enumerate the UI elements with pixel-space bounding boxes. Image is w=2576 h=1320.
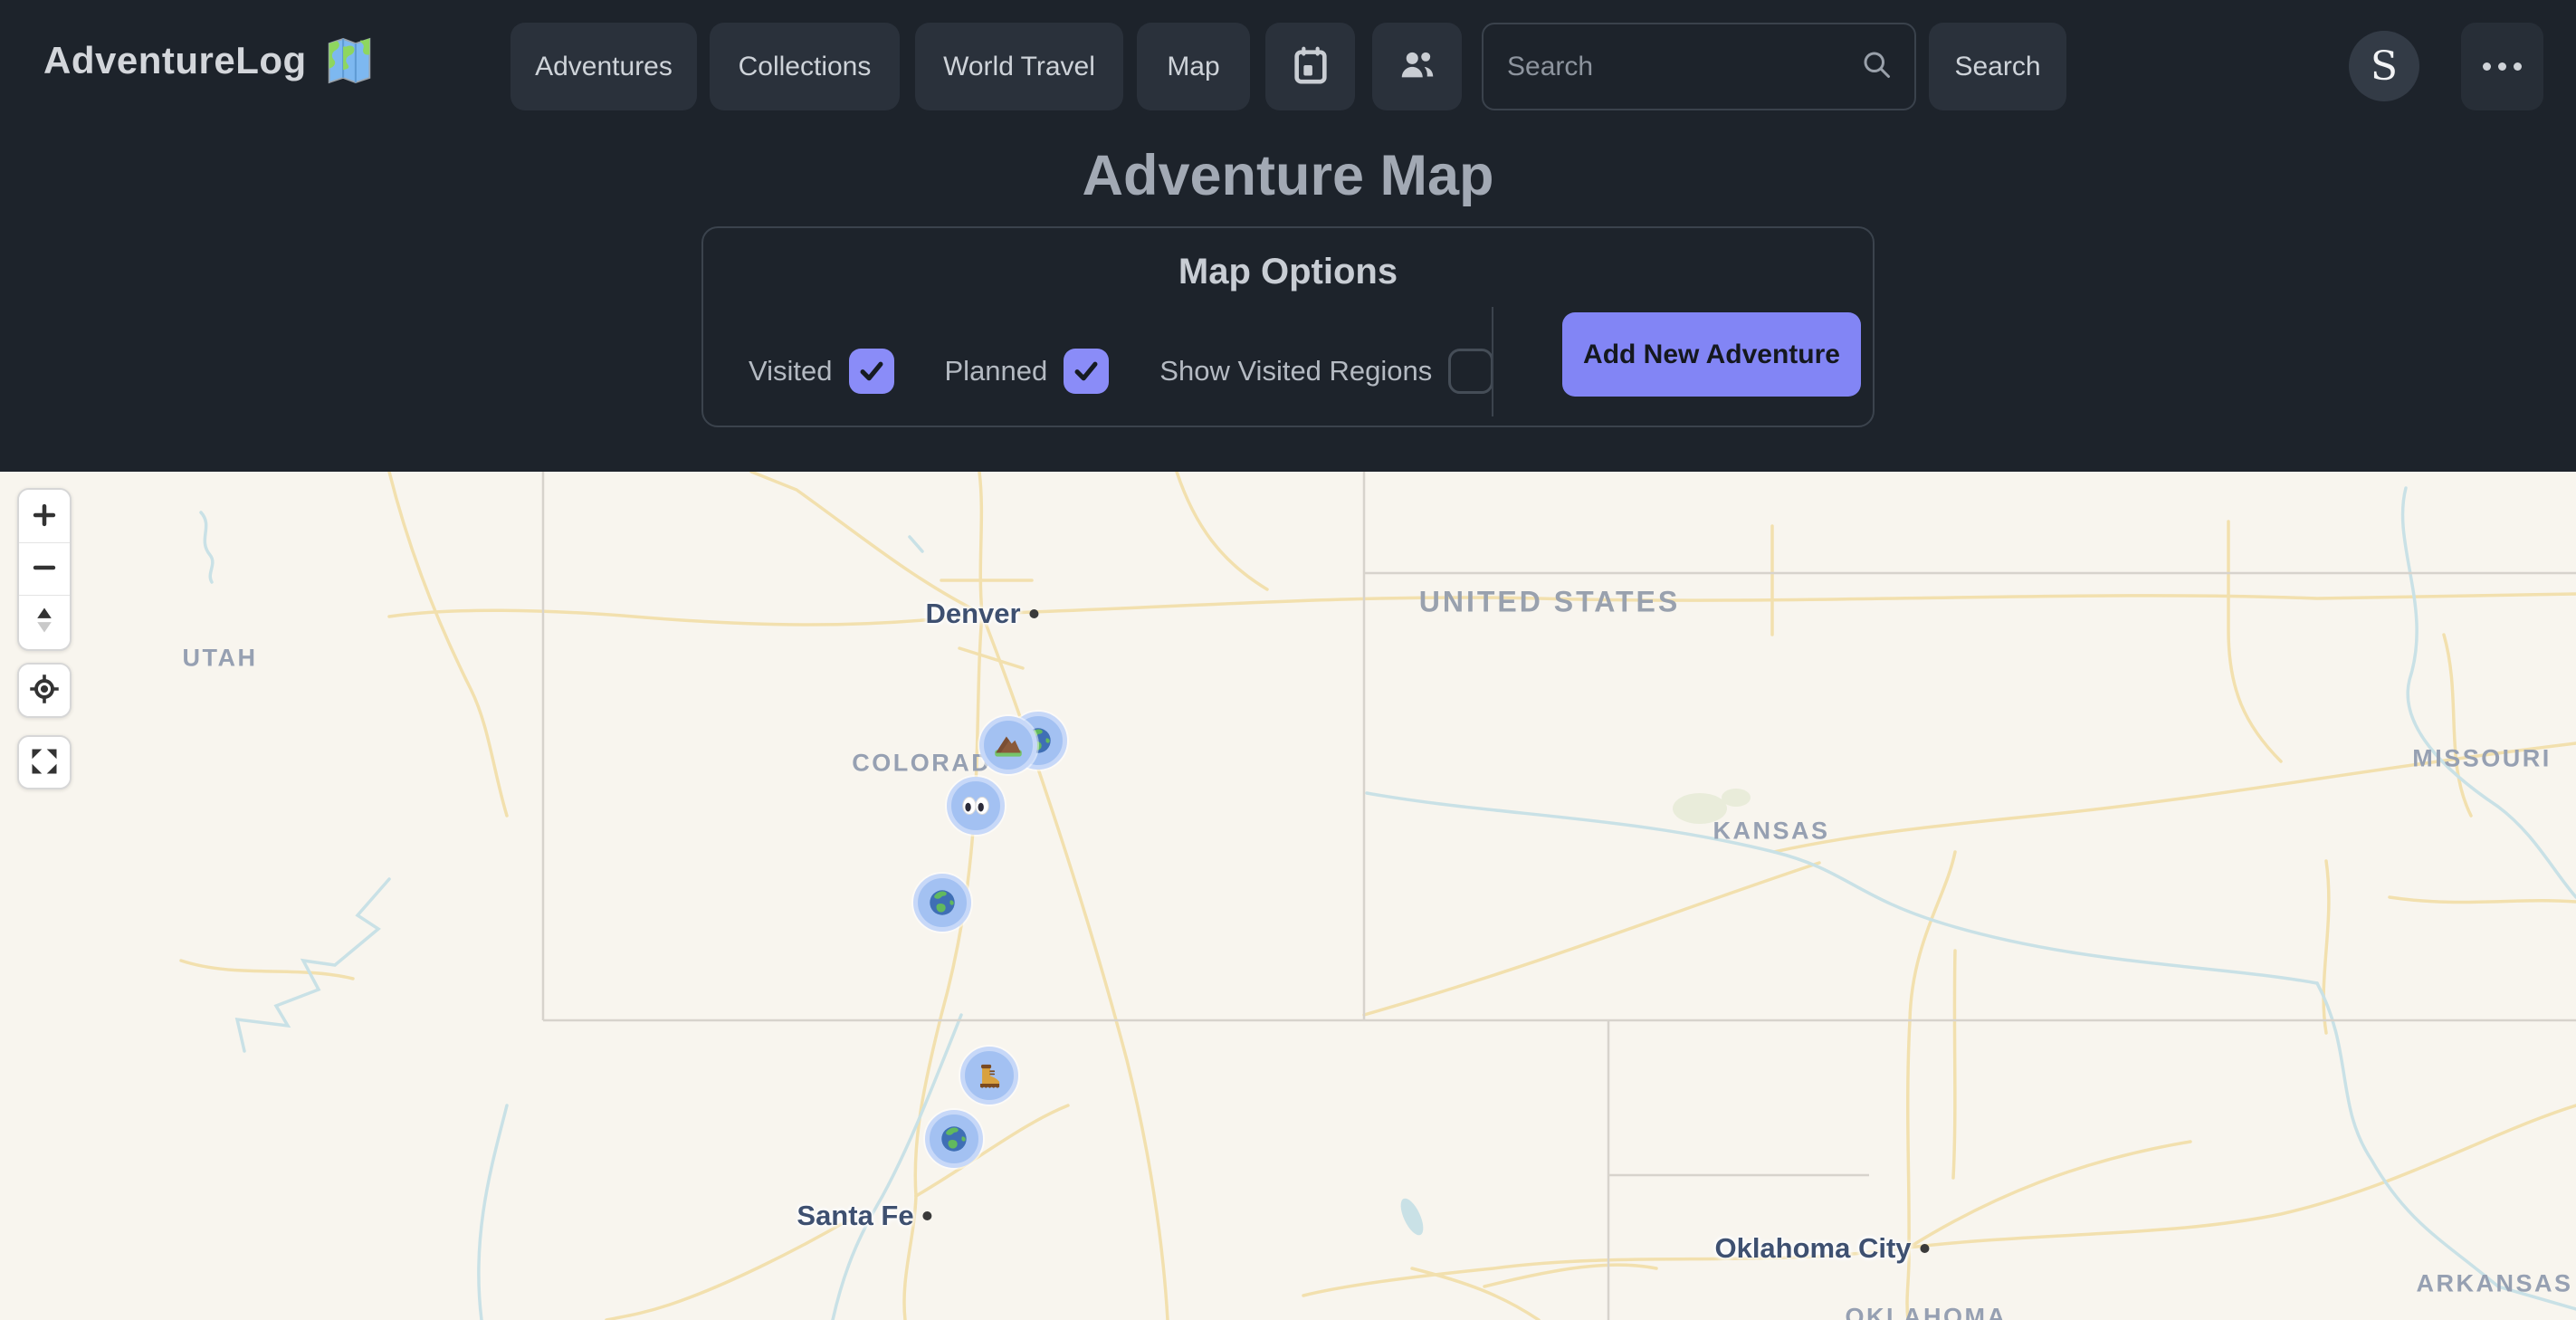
city-label-santa-fe: Santa Fe <box>797 1200 931 1232</box>
options-divider <box>1492 307 1493 416</box>
geolocate-button[interactable] <box>19 665 70 716</box>
search-input[interactable] <box>1505 51 1860 83</box>
visited-toggle: Visited <box>749 349 894 394</box>
boot-icon <box>972 1058 1007 1093</box>
globe-icon <box>937 1122 971 1156</box>
nav-item-adventures[interactable]: Adventures <box>510 23 697 110</box>
top-navbar: AdventureLog AdventuresCollectionsWorld … <box>0 0 2576 133</box>
show-visited-regions-label: Show Visited Regions <box>1159 355 1432 387</box>
plus-icon <box>29 500 60 533</box>
mountain-icon <box>991 728 1026 762</box>
calendar-icon <box>1290 44 1331 89</box>
country-label-united-states: UNITED STATES <box>1419 586 1680 619</box>
search-icon <box>1860 48 1893 85</box>
city-dot <box>1921 1244 1930 1253</box>
more-menu-button[interactable] <box>2461 23 2543 110</box>
search-box <box>1482 23 1916 110</box>
fullscreen-control <box>17 735 72 789</box>
eyes-icon <box>959 789 993 823</box>
zoom-control-group <box>17 488 72 651</box>
map-options-controls: Visited Planned Show Visited Regions <box>749 328 1521 415</box>
planned-checkbox[interactable] <box>1064 349 1109 394</box>
show-visited-regions-toggle: Show Visited Regions <box>1159 349 1493 394</box>
globe-icon <box>925 885 959 920</box>
map-options-card: Map Options Visited Planned Show Visited R… <box>701 226 1875 427</box>
adventure-marker-globe[interactable] <box>925 1110 983 1168</box>
city-dot <box>1030 609 1039 618</box>
nav-item-map[interactable]: Map <box>1137 23 1250 110</box>
map-options-heading: Map Options <box>703 252 1873 292</box>
ellipsis-icon <box>2483 62 2491 71</box>
zoom-out-button[interactable] <box>19 542 70 595</box>
adventure-marker-mountain[interactable] <box>979 716 1037 774</box>
state-label-missouri: MISSOURI <box>2412 745 2552 773</box>
state-label-utah: UTAH <box>183 645 258 673</box>
user-avatar[interactable]: S <box>2349 31 2419 101</box>
geolocate-icon <box>28 673 61 708</box>
world-map-icon <box>321 33 377 89</box>
adventure-marker-boot[interactable] <box>960 1047 1018 1105</box>
adventure-map[interactable]: UNITED STATESUTAHCOLORADOKANSASMISSOURIA… <box>0 472 2576 1320</box>
minus-icon <box>29 552 60 586</box>
app-logo[interactable]: AdventureLog <box>43 33 377 89</box>
visited-label: Visited <box>749 355 833 387</box>
show-visited-regions-checkbox[interactable] <box>1448 349 1493 394</box>
nav-item-collections[interactable]: Collections <box>710 23 900 110</box>
calendar-button[interactable] <box>1265 23 1355 110</box>
state-label-kansas: KANSAS <box>1713 818 1829 846</box>
city-dot <box>923 1211 932 1220</box>
pitch-arrows-icon <box>29 605 60 638</box>
fullscreen-icon <box>28 745 61 780</box>
city-label-denver: Denver <box>925 598 1038 630</box>
state-label-arkansas: ARKANSAS <box>2416 1270 2572 1298</box>
adventure-marker-globe[interactable] <box>913 874 971 932</box>
adventure-marker-eyes[interactable] <box>947 777 1005 835</box>
geolocate-control <box>17 663 72 718</box>
search-button[interactable]: Search <box>1929 23 2066 110</box>
zoom-in-button[interactable] <box>19 490 70 542</box>
city-label-oklahoma-city: Oklahoma City <box>1714 1232 1929 1265</box>
pitch-toggle-button[interactable] <box>19 595 70 647</box>
users-button[interactable] <box>1372 23 1462 110</box>
users-icon <box>1397 44 1438 89</box>
visited-checkbox[interactable] <box>849 349 894 394</box>
app-name: AdventureLog <box>43 39 307 82</box>
planned-toggle: Planned <box>945 349 1110 394</box>
page-title: Adventure Map <box>0 143 2576 208</box>
state-label-oklahoma: OKLAHOMA <box>1846 1304 2008 1320</box>
fullscreen-button[interactable] <box>19 737 70 788</box>
nav-item-world-travel[interactable]: World Travel <box>915 23 1123 110</box>
map-canvas <box>0 472 2576 1320</box>
add-new-adventure-button[interactable]: Add New Adventure <box>1562 312 1861 397</box>
planned-label: Planned <box>945 355 1048 387</box>
